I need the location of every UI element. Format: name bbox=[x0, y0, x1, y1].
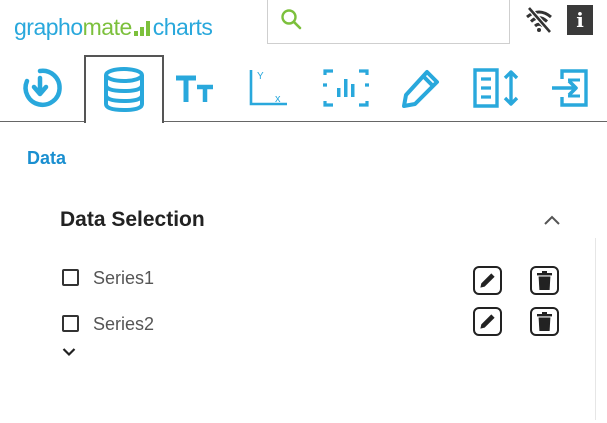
text-size-icon bbox=[176, 75, 213, 102]
panel-title: Data Selection bbox=[60, 208, 205, 231]
focus-chart-icon bbox=[323, 69, 369, 107]
tab-axes[interactable]: Y x bbox=[240, 55, 296, 121]
list-item-series1: Series1 bbox=[62, 266, 562, 295]
pencil-icon bbox=[480, 314, 495, 329]
logo-bars-icon bbox=[133, 21, 150, 36]
trash-icon bbox=[537, 270, 552, 290]
series1-label: Series1 bbox=[93, 268, 155, 288]
delete-series2-button[interactable] bbox=[530, 307, 559, 336]
logo-text-mate: mate bbox=[82, 14, 133, 40]
svg-text:x: x bbox=[275, 93, 281, 105]
edit-series2-button[interactable] bbox=[473, 307, 502, 336]
search-icon bbox=[281, 9, 302, 30]
edit-series1-button[interactable] bbox=[473, 266, 502, 295]
tab-text[interactable] bbox=[170, 55, 220, 121]
export-icon bbox=[552, 69, 588, 107]
wifi-off-icon[interactable] bbox=[521, 4, 557, 39]
list-item-series2: Series2 bbox=[62, 307, 562, 338]
tab-history[interactable] bbox=[8, 55, 72, 121]
tab-export[interactable] bbox=[540, 55, 600, 121]
collapse-chevron-up-icon[interactable] bbox=[540, 208, 564, 232]
series1-checkbox[interactable] bbox=[62, 269, 79, 286]
svg-text:Y: Y bbox=[257, 71, 264, 82]
logo-text-charts: charts bbox=[152, 14, 213, 40]
expand-chevron-down-icon[interactable] bbox=[62, 345, 76, 357]
search-box[interactable] bbox=[267, 0, 510, 44]
info-icon[interactable]: i bbox=[567, 5, 593, 35]
tab-sort[interactable] bbox=[460, 55, 530, 121]
tab-bar: Y x bbox=[0, 55, 607, 125]
series2-label: Series2 bbox=[93, 314, 155, 334]
sort-list-icon bbox=[473, 68, 519, 108]
delete-series1-button[interactable] bbox=[530, 266, 559, 295]
history-icon bbox=[23, 68, 62, 108]
tab-pencil[interactable] bbox=[393, 55, 449, 121]
database-icon bbox=[104, 67, 144, 113]
trash-icon bbox=[537, 311, 552, 331]
top-bar: graphomate charts i bbox=[0, 0, 607, 48]
section-title: Data bbox=[27, 148, 67, 168]
pencil-icon bbox=[402, 70, 439, 108]
series2-checkbox[interactable] bbox=[62, 315, 79, 332]
graphomate-logo: graphomate charts bbox=[14, 14, 213, 41]
tab-data[interactable] bbox=[84, 55, 164, 123]
axes-icon: Y x bbox=[249, 70, 287, 106]
search-input[interactable] bbox=[310, 6, 504, 36]
panel-scroll-track bbox=[595, 238, 596, 420]
logo-text-grapho: grapho bbox=[14, 14, 83, 40]
pencil-icon bbox=[480, 273, 495, 288]
tab-focus[interactable] bbox=[316, 55, 376, 121]
